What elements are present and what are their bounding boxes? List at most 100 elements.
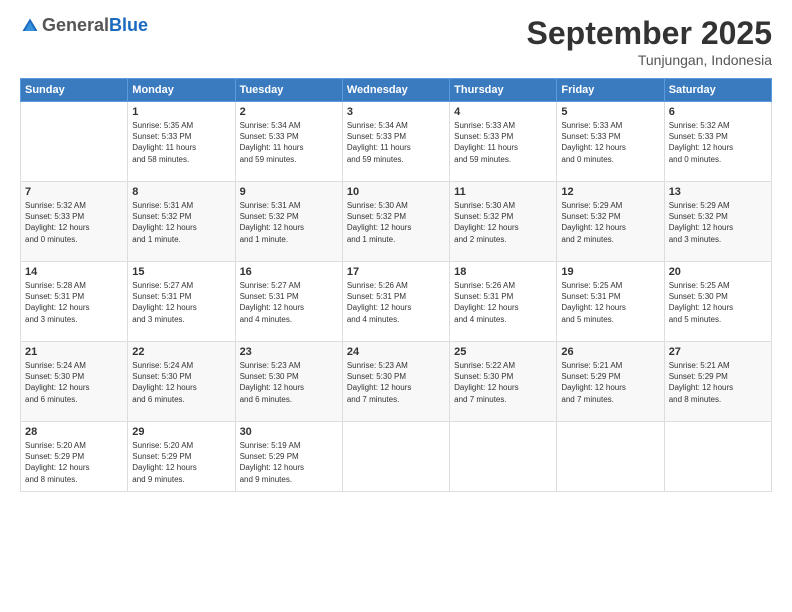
logo: GeneralBlue xyxy=(20,15,148,36)
calendar-cell: 3 Sunrise: 5:34 AM Sunset: 5:33 PM Daylig… xyxy=(342,102,449,182)
day-info: Sunrise: 5:28 AM Sunset: 5:31 PM Dayligh… xyxy=(25,280,123,325)
calendar-cell: 25Sunrise: 5:22 AM Sunset: 5:30 PM Dayli… xyxy=(450,342,557,422)
day-number: 20 xyxy=(669,266,767,278)
day-number: 1 xyxy=(132,106,230,118)
calendar-cell: 23 Sunrise: 5:23 AM Sunset: 5:30 PM Dayli… xyxy=(235,342,342,422)
col-sunday: Sunday xyxy=(21,79,128,102)
day-info: Sunrise: 5:24 AM Sunset: 5:30 PM Dayligh… xyxy=(132,360,230,405)
day-info: Sunrise: 5:34 AM Sunset: 5:33 PM Dayligh… xyxy=(240,120,338,165)
logo-general: General xyxy=(42,15,109,35)
calendar-cell: 24 Sunrise: 5:23 AM Sunset: 5:30 PM Dayli… xyxy=(342,342,449,422)
week-row-3: 21 Sunrise: 5:24 AM Sunset: 5:30 PM Dayli… xyxy=(21,342,772,422)
day-number: 5 xyxy=(561,106,659,118)
day-number: 26 xyxy=(561,346,659,358)
day-info: Sunrise: 5:33 AM Sunset: 5:33 PM Dayligh… xyxy=(561,120,659,165)
subtitle: Tunjungan, Indonesia xyxy=(527,52,772,68)
day-info: Sunrise: 5:21 AM Sunset: 5:29 PM Dayligh… xyxy=(669,360,767,405)
logo-blue: Blue xyxy=(109,15,148,35)
calendar-cell xyxy=(342,422,449,492)
day-number: 22 xyxy=(132,346,230,358)
calendar-cell: 21 Sunrise: 5:24 AM Sunset: 5:30 PM Dayli… xyxy=(21,342,128,422)
header: GeneralBlue September 2025 Tunjungan, In… xyxy=(20,15,772,68)
calendar-cell: 13 Sunrise: 5:29 AM Sunset: 5:32 PM Dayli… xyxy=(664,182,771,262)
calendar-cell: 28 Sunrise: 5:20 AM Sunset: 5:29 PM Dayli… xyxy=(21,422,128,492)
day-number: 28 xyxy=(25,426,123,438)
day-info: Sunrise: 5:29 AM Sunset: 5:32 PM Dayligh… xyxy=(669,200,767,245)
day-info: Sunrise: 5:27 AM Sunset: 5:31 PM Dayligh… xyxy=(132,280,230,325)
calendar-cell: 16 Sunrise: 5:27 AM Sunset: 5:31 PM Dayli… xyxy=(235,262,342,342)
title-block: September 2025 Tunjungan, Indonesia xyxy=(527,15,772,68)
calendar-cell: 9 Sunrise: 5:31 AM Sunset: 5:32 PM Daylig… xyxy=(235,182,342,262)
day-info: Sunrise: 5:20 AM Sunset: 5:29 PM Dayligh… xyxy=(25,440,123,485)
day-number: 10 xyxy=(347,186,445,198)
calendar-table: Sunday Monday Tuesday Wednesday Thursday… xyxy=(20,78,772,492)
day-number: 9 xyxy=(240,186,338,198)
day-info: Sunrise: 5:26 AM Sunset: 5:31 PM Dayligh… xyxy=(454,280,552,325)
day-info: Sunrise: 5:25 AM Sunset: 5:31 PM Dayligh… xyxy=(561,280,659,325)
week-row-4: 28 Sunrise: 5:20 AM Sunset: 5:29 PM Dayli… xyxy=(21,422,772,492)
calendar-cell: 26Sunrise: 5:21 AM Sunset: 5:29 PM Dayli… xyxy=(557,342,664,422)
day-info: Sunrise: 5:20 AM Sunset: 5:29 PM Dayligh… xyxy=(132,440,230,485)
day-number: 16 xyxy=(240,266,338,278)
day-info: Sunrise: 5:25 AM Sunset: 5:30 PM Dayligh… xyxy=(669,280,767,325)
day-number: 21 xyxy=(25,346,123,358)
day-number: 13 xyxy=(669,186,767,198)
calendar-cell: 14Sunrise: 5:28 AM Sunset: 5:31 PM Dayli… xyxy=(21,262,128,342)
day-info: Sunrise: 5:19 AM Sunset: 5:29 PM Dayligh… xyxy=(240,440,338,485)
calendar-cell: 29Sunrise: 5:20 AM Sunset: 5:29 PM Dayli… xyxy=(128,422,235,492)
day-info: Sunrise: 5:33 AM Sunset: 5:33 PM Dayligh… xyxy=(454,120,552,165)
day-info: Sunrise: 5:30 AM Sunset: 5:32 PM Dayligh… xyxy=(454,200,552,245)
col-tuesday: Tuesday xyxy=(235,79,342,102)
calendar-cell: 7Sunrise: 5:32 AM Sunset: 5:33 PM Daylig… xyxy=(21,182,128,262)
calendar-cell: 12 Sunrise: 5:29 AM Sunset: 5:32 PM Dayli… xyxy=(557,182,664,262)
day-info: Sunrise: 5:29 AM Sunset: 5:32 PM Dayligh… xyxy=(561,200,659,245)
calendar-cell: 2 Sunrise: 5:34 AM Sunset: 5:33 PM Daylig… xyxy=(235,102,342,182)
calendar-cell xyxy=(664,422,771,492)
day-number: 19 xyxy=(561,266,659,278)
day-number: 25 xyxy=(454,346,552,358)
calendar-cell xyxy=(557,422,664,492)
day-number: 23 xyxy=(240,346,338,358)
col-friday: Friday xyxy=(557,79,664,102)
day-info: Sunrise: 5:31 AM Sunset: 5:32 PM Dayligh… xyxy=(240,200,338,245)
month-title: September 2025 xyxy=(527,15,772,52)
calendar-cell xyxy=(21,102,128,182)
day-info: Sunrise: 5:26 AM Sunset: 5:31 PM Dayligh… xyxy=(347,280,445,325)
col-monday: Monday xyxy=(128,79,235,102)
day-number: 2 xyxy=(240,106,338,118)
day-number: 4 xyxy=(454,106,552,118)
calendar-cell: 19 Sunrise: 5:25 AM Sunset: 5:31 PM Dayli… xyxy=(557,262,664,342)
day-number: 11 xyxy=(454,186,552,198)
day-number: 12 xyxy=(561,186,659,198)
calendar-cell: 10Sunrise: 5:30 AM Sunset: 5:32 PM Dayli… xyxy=(342,182,449,262)
col-wednesday: Wednesday xyxy=(342,79,449,102)
day-info: Sunrise: 5:35 AM Sunset: 5:33 PM Dayligh… xyxy=(132,120,230,165)
day-info: Sunrise: 5:34 AM Sunset: 5:33 PM Dayligh… xyxy=(347,120,445,165)
calendar-cell: 18 Sunrise: 5:26 AM Sunset: 5:31 PM Dayli… xyxy=(450,262,557,342)
day-info: Sunrise: 5:31 AM Sunset: 5:32 PM Dayligh… xyxy=(132,200,230,245)
day-info: Sunrise: 5:23 AM Sunset: 5:30 PM Dayligh… xyxy=(240,360,338,405)
day-number: 3 xyxy=(347,106,445,118)
day-info: Sunrise: 5:32 AM Sunset: 5:33 PM Dayligh… xyxy=(25,200,123,245)
page: GeneralBlue September 2025 Tunjungan, In… xyxy=(0,0,792,612)
calendar-cell: 22 Sunrise: 5:24 AM Sunset: 5:30 PM Dayli… xyxy=(128,342,235,422)
week-row-0: 1 Sunrise: 5:35 AM Sunset: 5:33 PM Daylig… xyxy=(21,102,772,182)
day-number: 17 xyxy=(347,266,445,278)
calendar-cell: 27 Sunrise: 5:21 AM Sunset: 5:29 PM Dayli… xyxy=(664,342,771,422)
calendar-cell: 20 Sunrise: 5:25 AM Sunset: 5:30 PM Dayli… xyxy=(664,262,771,342)
day-info: Sunrise: 5:27 AM Sunset: 5:31 PM Dayligh… xyxy=(240,280,338,325)
day-number: 24 xyxy=(347,346,445,358)
day-number: 15 xyxy=(132,266,230,278)
day-number: 27 xyxy=(669,346,767,358)
calendar-cell: 17 Sunrise: 5:26 AM Sunset: 5:31 PM Dayli… xyxy=(342,262,449,342)
col-thursday: Thursday xyxy=(450,79,557,102)
calendar-cell: 6Sunrise: 5:32 AM Sunset: 5:33 PM Daylig… xyxy=(664,102,771,182)
day-number: 18 xyxy=(454,266,552,278)
calendar-cell: 5 Sunrise: 5:33 AM Sunset: 5:33 PM Daylig… xyxy=(557,102,664,182)
day-info: Sunrise: 5:23 AM Sunset: 5:30 PM Dayligh… xyxy=(347,360,445,405)
calendar-cell: 11 Sunrise: 5:30 AM Sunset: 5:32 PM Dayli… xyxy=(450,182,557,262)
logo-icon xyxy=(20,16,40,36)
day-info: Sunrise: 5:24 AM Sunset: 5:30 PM Dayligh… xyxy=(25,360,123,405)
day-number: 30 xyxy=(240,426,338,438)
day-info: Sunrise: 5:32 AM Sunset: 5:33 PM Dayligh… xyxy=(669,120,767,165)
